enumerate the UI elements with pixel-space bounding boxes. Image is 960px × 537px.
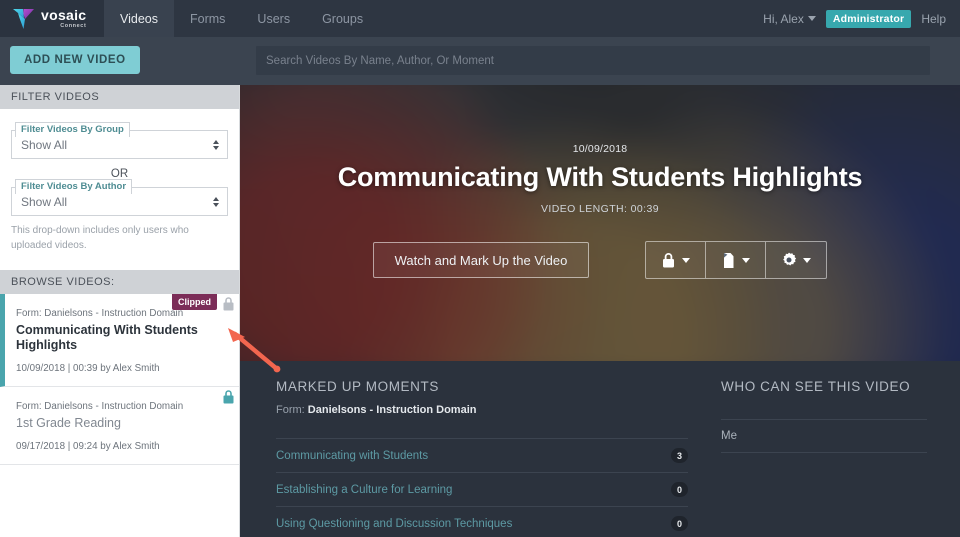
clipped-badge: Clipped <box>172 294 217 310</box>
chevron-down-icon <box>807 16 816 21</box>
nav-tab-groups[interactable]: Groups <box>306 0 379 37</box>
hero-actions: Watch and Mark Up the Video <box>240 241 960 279</box>
brand-name: vosaic <box>41 6 87 23</box>
report-dropdown-button[interactable] <box>706 242 766 278</box>
moment-row[interactable]: Communicating with Students 3 <box>276 438 688 472</box>
user-menu[interactable]: Hi, Alex <box>763 12 816 26</box>
nav-tabs: Videos Forms Users Groups <box>104 0 379 37</box>
video-length-label: VIDEO LENGTH: <box>541 203 628 215</box>
action-bar: ADD NEW VIDEO <box>0 37 960 85</box>
visibility-row: Me <box>721 419 927 453</box>
moment-count-badge: 0 <box>671 482 688 497</box>
moment-label[interactable]: Communicating with Students <box>276 450 428 462</box>
sidebar: FILTER VIDEOS Filter Videos By Group Sho… <box>0 85 240 537</box>
video-length-value: 00:39 <box>630 203 659 215</box>
visibility-list: Me <box>721 419 927 453</box>
group-filter-field: Filter Videos By Group Show All <box>11 122 228 159</box>
moment-row[interactable]: Using Questioning and Discussion Techniq… <box>276 506 688 537</box>
moments-list: Communicating with Students 3 Establishi… <box>276 438 688 537</box>
file-icon <box>724 252 734 268</box>
app-root: vosaic Connect Videos Forms Users Groups… <box>0 0 960 537</box>
chevron-down-icon <box>803 257 811 263</box>
hero-button-group <box>645 241 827 279</box>
search-container <box>256 46 930 75</box>
video-meta: 09/17/2018 | 09:24 by Alex Smith <box>16 441 160 452</box>
form-name: Danielsons - Instruction Domain <box>307 404 477 416</box>
brand-logo[interactable]: vosaic Connect <box>0 0 104 37</box>
form-prefix: Form: <box>276 404 305 416</box>
spinner-icon <box>213 196 219 207</box>
lock-icon[interactable] <box>222 296 235 312</box>
vosaic-logo-icon <box>13 8 34 29</box>
nav-tab-forms[interactable]: Forms <box>174 0 241 37</box>
moment-label[interactable]: Using Questioning and Discussion Techniq… <box>276 518 512 530</box>
author-filter-hint: This drop-down includes only users who u… <box>11 225 189 251</box>
moment-count-badge: 3 <box>671 448 688 463</box>
add-new-video-button[interactable]: ADD NEW VIDEO <box>10 46 140 74</box>
video-meta: 10/09/2018 | 00:39 by Alex Smith <box>16 363 160 374</box>
nav-right-section: Hi, Alex Administrator Help <box>763 0 960 37</box>
moment-row[interactable]: Establishing a Culture for Learning 0 <box>276 472 688 506</box>
filter-videos-header: FILTER VIDEOS <box>0 85 239 109</box>
chevron-down-icon <box>682 257 690 263</box>
filter-panel: Filter Videos By Group Show All OR Filte… <box>0 109 239 261</box>
hero-content: 10/09/2018 Communicating With Students H… <box>240 85 960 361</box>
nav-tab-videos[interactable]: Videos <box>104 0 174 37</box>
video-list-item-1[interactable]: Clipped Form: Danielsons - Instruction D… <box>0 294 239 387</box>
author-filter-field: Filter Videos By Author Show All <box>11 179 228 216</box>
role-badge: Administrator <box>825 9 912 28</box>
video-hero: 10/09/2018 Communicating With Students H… <box>240 85 960 361</box>
author-filter-value: Show All <box>21 194 68 209</box>
video-title: 1st Grade Reading <box>16 416 121 430</box>
who-can-see-section: WHO CAN SEE THIS VIDEO Me <box>721 379 927 453</box>
hero-video-length: VIDEO LENGTH: 00:39 <box>240 203 960 215</box>
search-input[interactable] <box>256 46 930 75</box>
marked-up-moments-section: MARKED UP MOMENTS Form: Danielsons - Ins… <box>276 379 688 537</box>
video-list-item-2[interactable]: Form: Danielsons - Instruction Domain 1s… <box>0 387 239 465</box>
moments-form-line: Form: Danielsons - Instruction Domain <box>276 404 688 416</box>
who-can-see-header: WHO CAN SEE THIS VIDEO <box>721 379 911 394</box>
marked-up-moments-header: MARKED UP MOMENTS <box>276 379 439 394</box>
lock-icon[interactable] <box>222 389 235 405</box>
lower-details-panel: MARKED UP MOMENTS Form: Danielsons - Ins… <box>240 361 960 537</box>
privacy-dropdown-button[interactable] <box>646 242 706 278</box>
author-filter-label: Filter Videos By Author <box>15 179 133 194</box>
top-navigation-bar: vosaic Connect Videos Forms Users Groups… <box>0 0 960 37</box>
nav-tab-users[interactable]: Users <box>241 0 306 37</box>
moment-label[interactable]: Establishing a Culture for Learning <box>276 484 452 496</box>
video-form-name: Form: Danielsons - Instruction Domain <box>16 401 184 412</box>
chevron-down-icon <box>742 257 750 263</box>
group-filter-value: Show All <box>21 137 68 152</box>
help-link[interactable]: Help <box>921 12 946 26</box>
settings-dropdown-button[interactable] <box>766 242 826 278</box>
watch-and-markup-button[interactable]: Watch and Mark Up the Video <box>373 242 589 278</box>
moment-count-badge: 0 <box>671 516 688 531</box>
lock-icon <box>663 252 674 267</box>
spinner-icon <box>213 139 219 150</box>
video-title: Communicating With Students Highlights <box>16 323 198 352</box>
hero-video-title: Communicating With Students Highlights <box>337 162 863 192</box>
gear-icon <box>783 252 797 266</box>
brand-tagline: Connect <box>60 22 87 29</box>
browse-videos-header: BROWSE VIDEOS: <box>0 270 239 294</box>
user-greeting: Hi, Alex <box>763 11 804 26</box>
group-filter-label: Filter Videos By Group <box>15 122 130 137</box>
hero-date: 10/09/2018 <box>572 143 628 155</box>
